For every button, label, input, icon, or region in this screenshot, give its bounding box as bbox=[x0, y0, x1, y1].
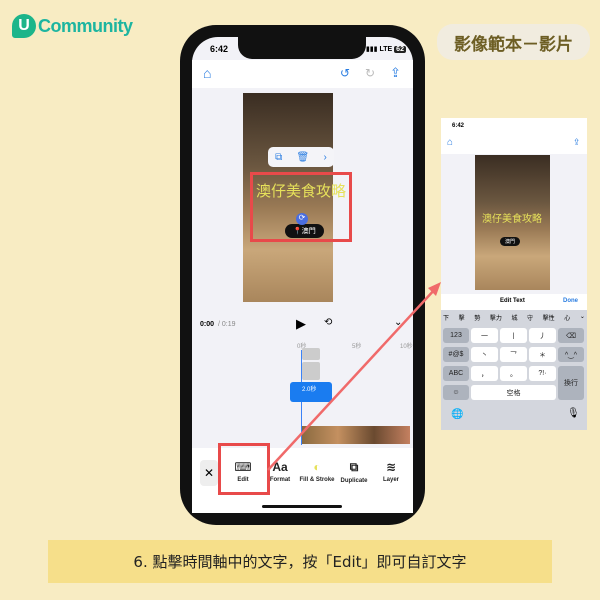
home-icon[interactable]: ⌂ bbox=[447, 137, 453, 148]
suggestion[interactable]: 勢 bbox=[474, 313, 480, 323]
detail-location-tag: 澳門 bbox=[500, 237, 521, 246]
emoji-icon[interactable]: ☺ bbox=[443, 385, 469, 400]
return-key[interactable]: 換行 bbox=[558, 366, 584, 400]
key[interactable]: ＊ bbox=[529, 347, 556, 362]
key-symbols[interactable]: #@$ bbox=[443, 347, 469, 362]
detail-status-time: 6:42 bbox=[452, 123, 465, 129]
globe-icon[interactable]: 🌐 bbox=[451, 409, 463, 420]
key[interactable]: 乛 bbox=[500, 347, 527, 362]
key[interactable]: ?!· bbox=[529, 366, 556, 381]
key[interactable]: 丿 bbox=[529, 328, 556, 343]
suggestion[interactable]: 守 bbox=[527, 313, 533, 323]
suggestion[interactable]: 擊 bbox=[459, 313, 465, 323]
suggestion[interactable]: 擊性 bbox=[543, 313, 555, 323]
space-key[interactable]: 空格 bbox=[471, 385, 556, 400]
key[interactable]: 。 bbox=[500, 366, 527, 381]
microphone-icon[interactable]: 🎙 bbox=[567, 408, 580, 419]
suggestion[interactable]: 城 bbox=[511, 313, 517, 323]
suggestion[interactable]: 下 bbox=[443, 313, 449, 323]
backspace-icon[interactable]: ⌫ bbox=[558, 328, 584, 343]
suggestion-bar: 下擊勢擊力城守擊性心 ⌄ bbox=[443, 313, 585, 323]
key[interactable]: 丨 bbox=[500, 328, 527, 343]
step-caption: 6. 點擊時間軸中的文字，按「Edit」即可自訂文字 bbox=[48, 540, 552, 583]
key[interactable]: ， bbox=[471, 366, 498, 381]
emoticon-icon[interactable]: ^‿^ bbox=[558, 347, 584, 362]
key-123[interactable]: 123 bbox=[443, 328, 469, 343]
share-icon[interactable]: ⇪ bbox=[573, 137, 581, 148]
suggestion[interactable]: 心 bbox=[564, 313, 570, 323]
key-abc[interactable]: ABC bbox=[443, 366, 469, 381]
edit-text-title: Edit Text bbox=[500, 298, 525, 304]
done-button[interactable]: Done bbox=[563, 298, 578, 304]
suggestion[interactable]: 擊力 bbox=[490, 313, 502, 323]
chevron-down-icon[interactable]: ⌄ bbox=[580, 313, 585, 323]
key[interactable]: 一 bbox=[471, 328, 498, 343]
detail-overlay-text: 澳仔美食攻略 bbox=[482, 214, 542, 225]
key[interactable]: 丶 bbox=[471, 347, 498, 362]
